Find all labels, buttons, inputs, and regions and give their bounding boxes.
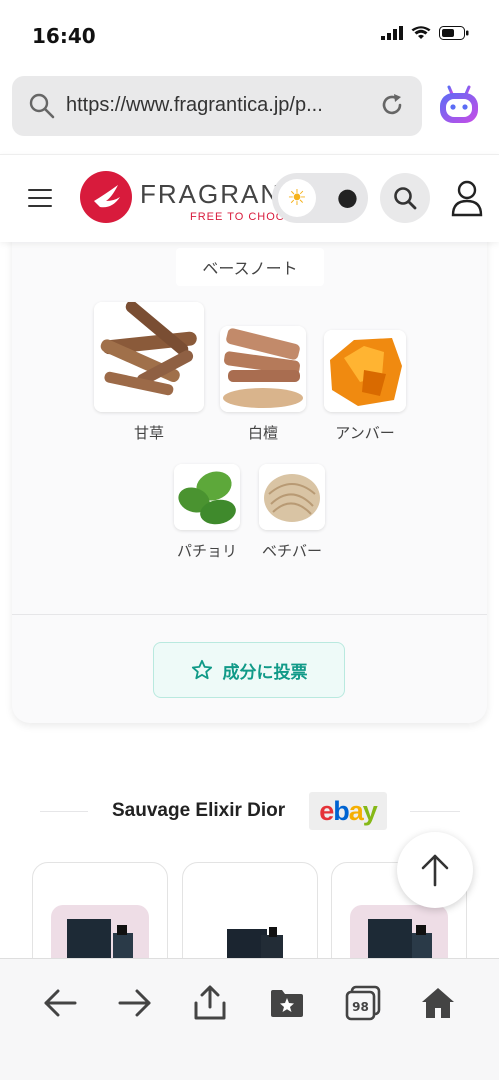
- base-notes-title: ベースノート: [176, 248, 324, 286]
- note-label: アンバー: [335, 424, 395, 442]
- site-search-button[interactable]: [380, 173, 430, 223]
- tabs-icon: 98: [345, 985, 381, 1021]
- battery-icon: [439, 26, 469, 40]
- share-icon: [194, 985, 226, 1020]
- search-icon: [394, 187, 417, 210]
- scroll-to-top-button[interactable]: [397, 832, 473, 908]
- search-icon: [29, 93, 55, 119]
- browser-toolbar: 98: [0, 958, 499, 1080]
- wifi-icon: [411, 26, 431, 39]
- note-label: 白檀: [247, 424, 278, 442]
- menu-icon[interactable]: [28, 189, 52, 207]
- note-item-sandalwood[interactable]: 白檀: [220, 326, 306, 443]
- moon-icon: ●: [337, 183, 358, 211]
- ebay-section-title: Sauvage Elixir Dior: [112, 800, 286, 821]
- back-button[interactable]: [40, 983, 80, 1023]
- tabs-button[interactable]: 98: [343, 983, 383, 1023]
- note-label: パチョリ: [176, 542, 237, 560]
- logo-icon[interactable]: [80, 171, 132, 223]
- signal-icon: [381, 26, 403, 40]
- section-divider-right: [410, 811, 460, 812]
- patchouli-image: [174, 464, 240, 530]
- note-item-amber[interactable]: アンバー: [322, 330, 408, 443]
- sandalwood-image: [220, 326, 306, 412]
- ebay-logo[interactable]: ebay: [309, 792, 387, 830]
- assistant-bot-icon[interactable]: [437, 83, 481, 127]
- address-bar[interactable]: https://www.fragrantica.jp/p...: [12, 76, 422, 136]
- note-item-licorice[interactable]: 甘草: [94, 302, 204, 443]
- theme-toggle[interactable]: ☀ ●: [272, 173, 368, 223]
- star-icon: [191, 659, 212, 680]
- bookmark-folder-icon: [271, 990, 303, 1017]
- vote-button-label: 成分に投票: [222, 662, 308, 683]
- tabs-count: 98: [352, 1000, 369, 1014]
- arrow-left-icon: [44, 989, 77, 1017]
- note-label: 甘草: [133, 424, 164, 442]
- card-divider: [12, 614, 487, 615]
- arrow-up-icon: [421, 854, 449, 887]
- vetiver-image: [259, 464, 325, 530]
- forward-button[interactable]: [115, 983, 155, 1023]
- status-bar: 16:40: [0, 0, 499, 68]
- home-button[interactable]: [418, 983, 458, 1023]
- home-icon: [422, 988, 454, 1018]
- status-time: 16:40: [32, 24, 96, 48]
- note-item-patchouli[interactable]: パチョリ: [172, 464, 242, 561]
- arrow-right-icon: [118, 989, 151, 1017]
- user-icon[interactable]: [450, 179, 484, 217]
- licorice-image: [94, 302, 204, 412]
- status-icons: [381, 26, 469, 40]
- note-label: ベチバー: [261, 542, 322, 560]
- vote-ingredients-button[interactable]: 成分に投票: [153, 642, 345, 698]
- reload-icon[interactable]: [378, 91, 406, 119]
- sun-icon: ☀: [278, 179, 316, 217]
- bookmarks-button[interactable]: [267, 983, 307, 1023]
- amber-image: [324, 330, 406, 412]
- site-header: FRAGRANTICA FREE TO CHOOSE ☀ ●: [0, 154, 499, 242]
- share-button[interactable]: [190, 983, 230, 1023]
- section-divider-left: [40, 811, 88, 812]
- url-text[interactable]: https://www.fragrantica.jp/p...: [66, 94, 323, 117]
- note-item-vetiver[interactable]: ベチバー: [256, 464, 328, 561]
